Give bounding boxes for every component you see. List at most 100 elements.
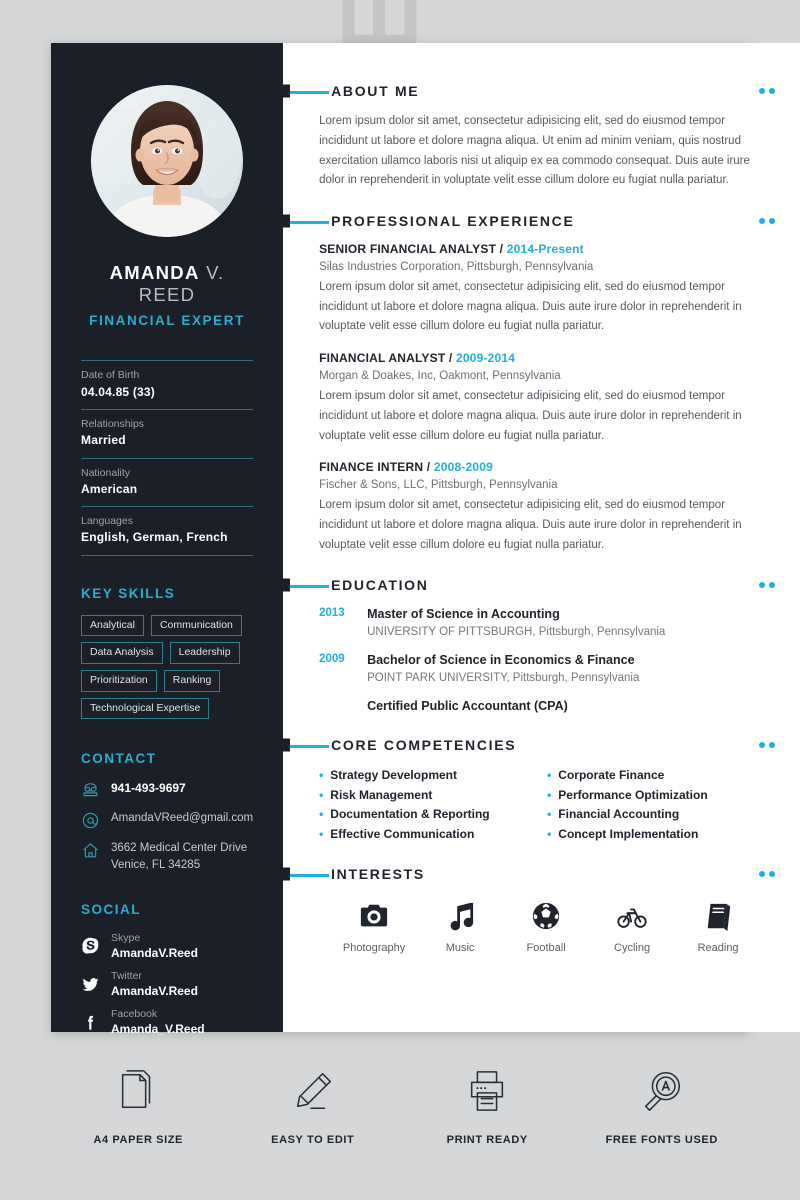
feature-free-fonts-used: FREE FONTS USED (575, 1068, 750, 1146)
detail-value: American (81, 481, 138, 496)
section-dots-icon (759, 871, 776, 878)
competencies-header: CORE COMPETENCIES (283, 737, 776, 754)
skill-tag[interactable]: Communication (150, 614, 242, 637)
about-header: ABOUT ME (283, 83, 776, 99)
profile-photo (91, 85, 244, 237)
competency-item: • Corporate Finance (547, 766, 775, 785)
competency-label: Performance Optimization (558, 787, 708, 802)
competency-item: • Strategy Development (319, 766, 547, 785)
resume-main: ABOUT ME Lorem ipsum dolor sit amet, con… (283, 43, 800, 1032)
education-item: Certified Public Accountant (CPA) (319, 698, 775, 716)
experience-section: PROFESSIONAL EXPERIENCE SENIOR FINANCIAL… (283, 213, 776, 555)
bullet-icon: • (319, 807, 324, 822)
contact-row-phone[interactable]: 941-493-9697 (81, 780, 253, 800)
address-line-1: 3662 Medical Center Drive (111, 842, 248, 855)
education-school: UNIVERSITY OF PITTSBURGH, Pittsburgh, Pe… (367, 625, 666, 638)
bullet-icon: • (547, 768, 552, 783)
interests-section: INTERESTS Photography Music Football Cyc… (283, 866, 776, 955)
social-row-skype[interactable]: Skype AmandaV.Reed (81, 931, 253, 961)
job-company: Fischer & Sons, LLC, Pittsburgh, Pennsyl… (319, 479, 558, 492)
job-role: FINANCIAL EXPERT (89, 313, 245, 329)
phone-icon (81, 781, 100, 800)
section-dots-icon (759, 582, 776, 589)
email-value: AmandaVReed@gmail.com (111, 812, 254, 825)
competency-item: • Concept Implementation (547, 825, 775, 844)
interest-item-reading: Reading (675, 901, 761, 954)
bullet-icon: • (319, 768, 324, 783)
feature-label: A4 PAPER SIZE (93, 1134, 183, 1146)
skill-tag[interactable]: Data Analysis (81, 642, 163, 664)
feature-label: PRINT READY (446, 1134, 528, 1146)
job-role: SENIOR FINANCIAL ANALYST (319, 242, 497, 257)
education-section: EDUCATION 2013 Master of Science in Acco… (283, 577, 776, 716)
bullet-icon: • (547, 807, 552, 822)
job-separator: / (423, 460, 434, 475)
social-network: Skype (111, 931, 141, 944)
bullet-icon: • (319, 787, 324, 802)
skill-tag[interactable]: Analytical (81, 614, 144, 637)
feature-print-ready: PRINT READY (400, 1068, 575, 1146)
section-tick (283, 214, 291, 228)
about-section: ABOUT ME Lorem ipsum dolor sit amet, con… (283, 83, 776, 191)
interests-header: INTERESTS (283, 866, 776, 883)
music-note-icon (445, 901, 475, 931)
social-text-twitter: Twitter AmandaV.Reed (111, 969, 198, 999)
section-dots-icon (759, 742, 776, 749)
detail-row: Relationships Married (81, 408, 254, 458)
social-row-facebook[interactable]: Facebook Amanda_V.Reed (81, 1007, 253, 1037)
interests-title: INTERESTS (331, 866, 425, 883)
job-role: FINANCE INTERN (319, 460, 424, 475)
interest-item-cycling: Cycling (589, 901, 675, 954)
feature-a4-paper-size: A4 PAPER SIZE (51, 1068, 226, 1146)
feature-label: EASY TO EDIT (271, 1134, 355, 1146)
competency-item: • Risk Management (319, 786, 547, 805)
section-tick (283, 84, 291, 98)
interest-label: Football (526, 942, 566, 955)
interest-label: Music (445, 942, 475, 955)
contact-row-email[interactable]: AmandaVReed@gmail.com (81, 810, 253, 830)
address-line-2: Venice, FL 34285 (111, 858, 201, 871)
social-row-twitter[interactable]: Twitter AmandaV.Reed (81, 969, 253, 999)
competencies-grid: • Strategy Development • Risk Management •… (319, 766, 775, 844)
skill-tag[interactable]: Leadership (169, 642, 240, 664)
phone-value: 941-493-9697 (111, 781, 186, 796)
competency-label: Effective Communication (330, 826, 475, 841)
detail-label: Relationships (81, 417, 145, 430)
section-dots-icon (759, 88, 776, 94)
education-degree: Bachelor of Science in Economics & Finan… (367, 653, 635, 668)
interest-label: Reading (697, 942, 739, 955)
education-item: 2013 Master of Science in Accounting UNI… (319, 606, 775, 641)
education-item: 2009 Bachelor of Science in Economics & … (319, 652, 775, 687)
bullet-icon: • (319, 826, 324, 841)
social-heading: SOCIAL (81, 901, 142, 917)
section-dots-icon (759, 218, 776, 225)
education-body: Certified Public Accountant (CPA) (367, 698, 568, 716)
experience-item: FINANCIAL ANALYST / 2009-2014 Morgan & D… (319, 351, 775, 446)
social-text-skype: Skype AmandaV.Reed (111, 931, 198, 961)
experience-header: PROFESSIONAL EXPERIENCE (283, 213, 776, 229)
camera-icon (359, 901, 389, 931)
job-description: Lorem ipsum dolor sit amet, consectetur … (319, 499, 742, 551)
skill-tag[interactable]: Prioritization (81, 670, 157, 692)
interest-item-photography: Photography (331, 901, 417, 954)
competencies-title: CORE COMPETENCIES (331, 737, 517, 754)
social-network: Facebook (111, 1008, 158, 1021)
contact-row-address[interactable]: 3662 Medical Center Drive Venice, FL 342… (81, 840, 253, 873)
skill-tag[interactable]: Ranking (163, 670, 221, 692)
competency-label: Financial Accounting (558, 807, 680, 822)
education-year: 2013 (319, 607, 345, 620)
pencil-icon (290, 1068, 336, 1114)
skill-tag[interactable]: Technological Expertise (81, 697, 210, 720)
job-title-line: SENIOR FINANCIAL ANALYST / 2014-Present (319, 242, 775, 256)
competencies-column-left: • Strategy Development • Risk Management •… (319, 766, 547, 844)
home-icon (81, 841, 100, 860)
competency-label: Strategy Development (330, 768, 457, 783)
interest-label: Photography (342, 942, 406, 955)
detail-row: Date of Birth 04.04.85 (33) (81, 360, 254, 409)
job-role: FINANCIAL ANALYST (319, 351, 446, 366)
twitter-icon (81, 975, 100, 994)
competency-item: • Effective Communication (319, 825, 547, 844)
education-title: EDUCATION (331, 577, 429, 594)
address-lines: 3662 Medical Center Drive Venice, FL 342… (111, 840, 247, 873)
photo-wrap (81, 85, 253, 237)
